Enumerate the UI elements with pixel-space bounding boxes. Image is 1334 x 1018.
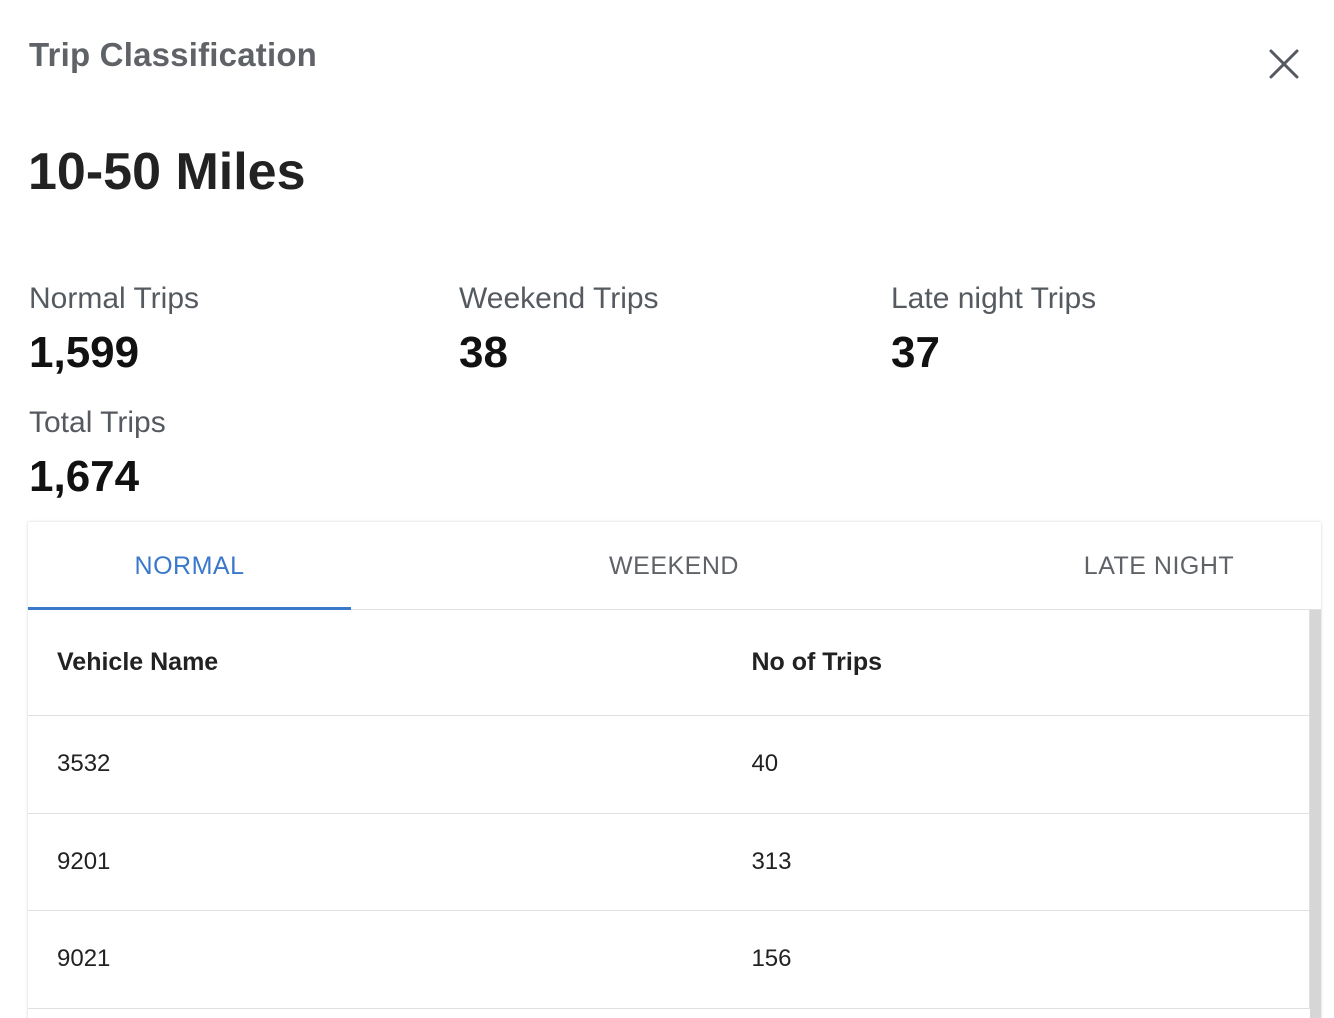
stat-label: Weekend Trips [459, 282, 659, 315]
vehicle-name-cell: 3532 [57, 750, 111, 778]
close-button[interactable] [1262, 42, 1306, 86]
table-row[interactable]: 9201 313 [28, 814, 1309, 911]
stat-label: Late night Trips [891, 282, 1097, 315]
close-icon [1269, 49, 1299, 79]
table-row[interactable]: 3532 40 [28, 716, 1309, 814]
trip-count-cell: 156 [751, 945, 792, 973]
vehicle-name-cell: 9201 [57, 847, 111, 875]
stat-value: 37 [891, 328, 940, 377]
column-header-vehicle-name[interactable]: Vehicle Name [28, 648, 751, 677]
column-header-no-of-trips[interactable]: No of Trips [751, 648, 1309, 677]
trips-table-card: NORMAL WEEKEND LATE NIGHT Vehicle Name N… [28, 522, 1321, 1018]
stat-value: 1,599 [29, 328, 140, 377]
table-scrollbar[interactable] [1310, 610, 1321, 1018]
stat-normal-trips: Normal Trips 1,599 [29, 282, 199, 378]
stat-value: 1,674 [29, 452, 140, 501]
trip-type-tabs: NORMAL WEEKEND LATE NIGHT [28, 522, 1321, 610]
stat-label: Normal Trips [29, 282, 200, 315]
panel-title: Trip Classification [29, 36, 318, 73]
tab-normal[interactable]: NORMAL [28, 522, 351, 610]
trip-classification-panel: Trip Classification 10-50 Miles Normal T… [0, 0, 1334, 1018]
table-header-row: Vehicle Name No of Trips [28, 610, 1309, 716]
stat-total-trips: Total Trips 1,674 [29, 406, 166, 502]
stat-label: Total Trips [29, 406, 166, 439]
table-row[interactable]: 9021 156 [28, 911, 1309, 1009]
stat-late-night-trips: Late night Trips 37 [891, 282, 1096, 378]
stat-value: 38 [459, 328, 508, 377]
trip-count-cell: 40 [751, 750, 779, 778]
vehicle-trips-table: Vehicle Name No of Trips 3532 40 9201 31… [28, 610, 1310, 1009]
tab-weekend[interactable]: WEEKEND [351, 522, 997, 610]
range-title: 10-50 Miles [28, 143, 306, 201]
vehicle-name-cell: 9021 [57, 945, 111, 973]
trip-count-cell: 313 [751, 847, 792, 875]
tab-late-night[interactable]: LATE NIGHT [997, 522, 1321, 610]
stat-weekend-trips: Weekend Trips 38 [459, 282, 659, 378]
